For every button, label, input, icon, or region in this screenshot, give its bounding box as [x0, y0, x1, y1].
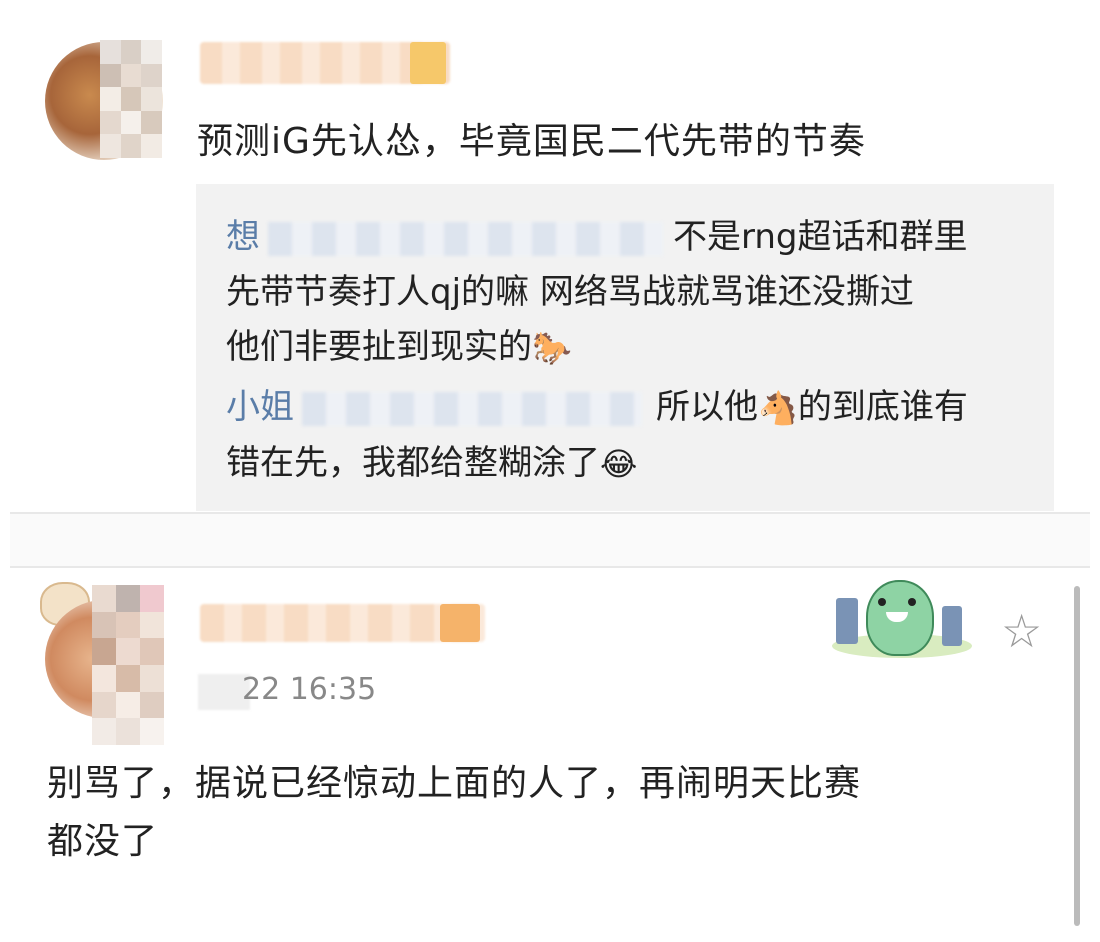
divider-band [10, 514, 1090, 568]
reply1[interactable]: 想 不是rng超话和群里 先带节奏打人qj的嘛 网络骂战就骂谁还没撕过 他们非要扯… [226, 210, 1026, 376]
horse-emoji-icon: 🐎 [532, 329, 572, 367]
reply2-author-blur [302, 391, 642, 426]
comment1-text: 预测iG先认怂，毕竟国民二代先带的节奏 [197, 121, 866, 162]
username-badge [410, 42, 446, 84]
comment2-time: 22 16:35 [242, 672, 377, 707]
comment2-text-line2: 都没了 [47, 821, 159, 862]
reply1-author-blur [268, 221, 663, 256]
reply1-line3: 他们非要扯到现实的 [226, 327, 532, 367]
comment2-text-line1: 别骂了，据说已经惊动上面的人了，再闹明天比赛 [47, 763, 862, 804]
reply2-text-a: 所以他 [656, 387, 758, 427]
reply2-text-b: 的到底谁有 [797, 387, 968, 427]
reply2-author[interactable]: 小姐 [226, 387, 294, 427]
green-dinosaur-sticker [824, 568, 974, 662]
laughing-tears-emoji-icon: 😂 [600, 445, 638, 483]
avatar2-mosaic [92, 585, 164, 745]
username2-badge [440, 604, 480, 642]
reply1-line2: 先带节奏打人qj的嘛 网络骂战就骂谁还没撕过 [226, 272, 914, 312]
horse-face-emoji-icon: 🐴 [758, 389, 798, 427]
reply2-line2: 错在先，我都给整糊涂了 [226, 443, 600, 483]
star-outline-icon[interactable]: ☆ [1001, 608, 1042, 654]
reply2[interactable]: 小姐 所以他🐴的到底谁有 错在先，我都给整糊涂了😂 [226, 380, 1026, 492]
avatar-mosaic [100, 40, 162, 158]
scrollbar[interactable] [1074, 586, 1080, 926]
reply1-line1: 不是rng超话和群里 [673, 217, 968, 257]
reply1-author[interactable]: 想 [226, 217, 260, 257]
